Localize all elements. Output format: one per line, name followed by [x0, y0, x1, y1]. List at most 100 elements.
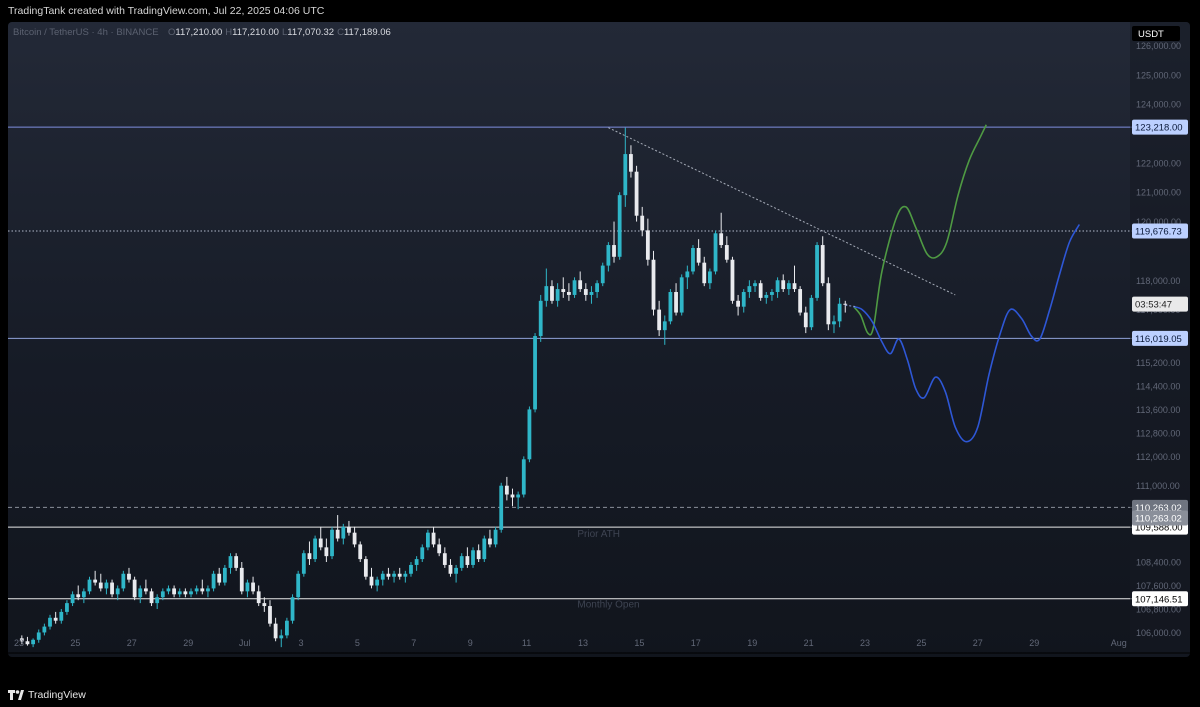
- candle-body: [380, 573, 385, 580]
- candle-body: [668, 292, 673, 322]
- candle: [662, 315, 667, 345]
- candle-body: [488, 538, 492, 545]
- candle: [183, 588, 188, 598]
- candle-body: [363, 559, 368, 577]
- candle-body: [623, 154, 628, 196]
- candle-body: [550, 286, 554, 301]
- candle-body: [612, 245, 616, 257]
- candle-body: [815, 245, 819, 298]
- candle-body: [183, 591, 188, 595]
- candle: [110, 579, 114, 598]
- chart-panel[interactable]: Prior ATH Monthly Open 126,000.00 125,000.…: [8, 22, 1190, 657]
- candle-body: [764, 294, 769, 298]
- x-tick-label: 25: [916, 638, 926, 648]
- candle-body: [228, 556, 233, 568]
- candle-body: [843, 303, 848, 305]
- candle-body: [567, 292, 571, 295]
- candle: [335, 515, 340, 542]
- candle-body: [65, 603, 69, 612]
- candle-body: [127, 573, 131, 580]
- candle: [414, 556, 419, 571]
- candle: [561, 277, 566, 298]
- price-level-badge-label: 116,019.05: [1135, 334, 1182, 345]
- candle: [730, 256, 735, 304]
- candle: [217, 567, 222, 586]
- y-tick-label: 126,000.00: [1136, 41, 1181, 51]
- candle-body: [645, 230, 650, 260]
- candle: [189, 588, 193, 598]
- candle-body: [471, 550, 475, 565]
- x-tick-label: 15: [634, 638, 644, 648]
- candle-body: [392, 573, 396, 577]
- candle-body: [42, 626, 47, 633]
- y-tick-label: 111,000.00: [1136, 481, 1180, 491]
- candle: [465, 547, 470, 568]
- x-tick-label: Aug: [1111, 638, 1127, 648]
- candle: [442, 547, 447, 568]
- candle: [600, 262, 605, 287]
- candle: [674, 283, 678, 316]
- candle-body: [600, 265, 605, 284]
- candle: [285, 617, 289, 639]
- candle-body: [719, 233, 724, 246]
- candle: [397, 567, 402, 580]
- candle-body: [572, 280, 577, 295]
- candle: [645, 218, 650, 266]
- candle: [583, 283, 588, 301]
- candle: [826, 277, 831, 331]
- y-tick-label: 114,400.00: [1136, 381, 1180, 391]
- candle: [245, 579, 250, 598]
- x-tick-label: 21: [804, 638, 814, 648]
- candle-body: [132, 579, 137, 598]
- tradingview-brand[interactable]: TradingView: [8, 686, 86, 704]
- candle: [318, 526, 323, 551]
- x-tick-label: 5: [355, 638, 360, 648]
- candle: [753, 280, 757, 293]
- candle: [273, 617, 278, 642]
- candle: [194, 585, 199, 595]
- chart-frame: TradingTank created with TradingView.com…: [0, 0, 1200, 707]
- candle-body: [138, 588, 143, 598]
- y-tick-label: 112,800.00: [1136, 428, 1180, 438]
- candle: [476, 544, 481, 563]
- ohlc-readout: O117,210.00 H117,210.00 L117,070.32 C117,18…: [168, 27, 391, 38]
- candle-body: [251, 582, 255, 592]
- candle-body: [713, 233, 718, 272]
- candle: [736, 294, 740, 316]
- candle-body: [561, 289, 566, 293]
- candle-body: [256, 591, 261, 604]
- candle: [459, 553, 464, 571]
- candle: [634, 165, 639, 222]
- candle: [42, 623, 47, 636]
- candle: [499, 482, 504, 533]
- x-tick-label: 13: [578, 638, 588, 648]
- candle: [177, 588, 182, 598]
- x-tick-label: 3: [298, 638, 303, 648]
- candle-body: [262, 603, 267, 607]
- candle: [268, 600, 272, 627]
- candle: [640, 206, 645, 237]
- x-tick-label: 17: [691, 638, 701, 648]
- candle: [820, 236, 825, 287]
- x-tick-label: 27: [127, 638, 137, 648]
- price-level-badge-label: 107,146.51: [1135, 594, 1183, 605]
- candle-body: [674, 292, 678, 313]
- candle: [589, 286, 594, 304]
- candle-body: [832, 321, 836, 325]
- projection-path: [853, 124, 987, 336]
- candle: [392, 570, 396, 583]
- y-tick-label: 113,600.00: [1136, 405, 1180, 415]
- candle-body: [448, 564, 453, 574]
- candle: [420, 544, 425, 563]
- candle-body: [510, 494, 515, 498]
- candle: [296, 570, 301, 601]
- candle: [380, 570, 385, 586]
- candle: [521, 456, 526, 498]
- candle-body: [798, 289, 803, 313]
- candle-body: [352, 532, 357, 545]
- candle-body: [696, 247, 701, 263]
- candle: [679, 274, 684, 316]
- candle-body: [290, 597, 295, 621]
- candle: [166, 585, 171, 595]
- price-chart[interactable]: Prior ATH Monthly Open 126,000.00 125,000.…: [8, 22, 1190, 657]
